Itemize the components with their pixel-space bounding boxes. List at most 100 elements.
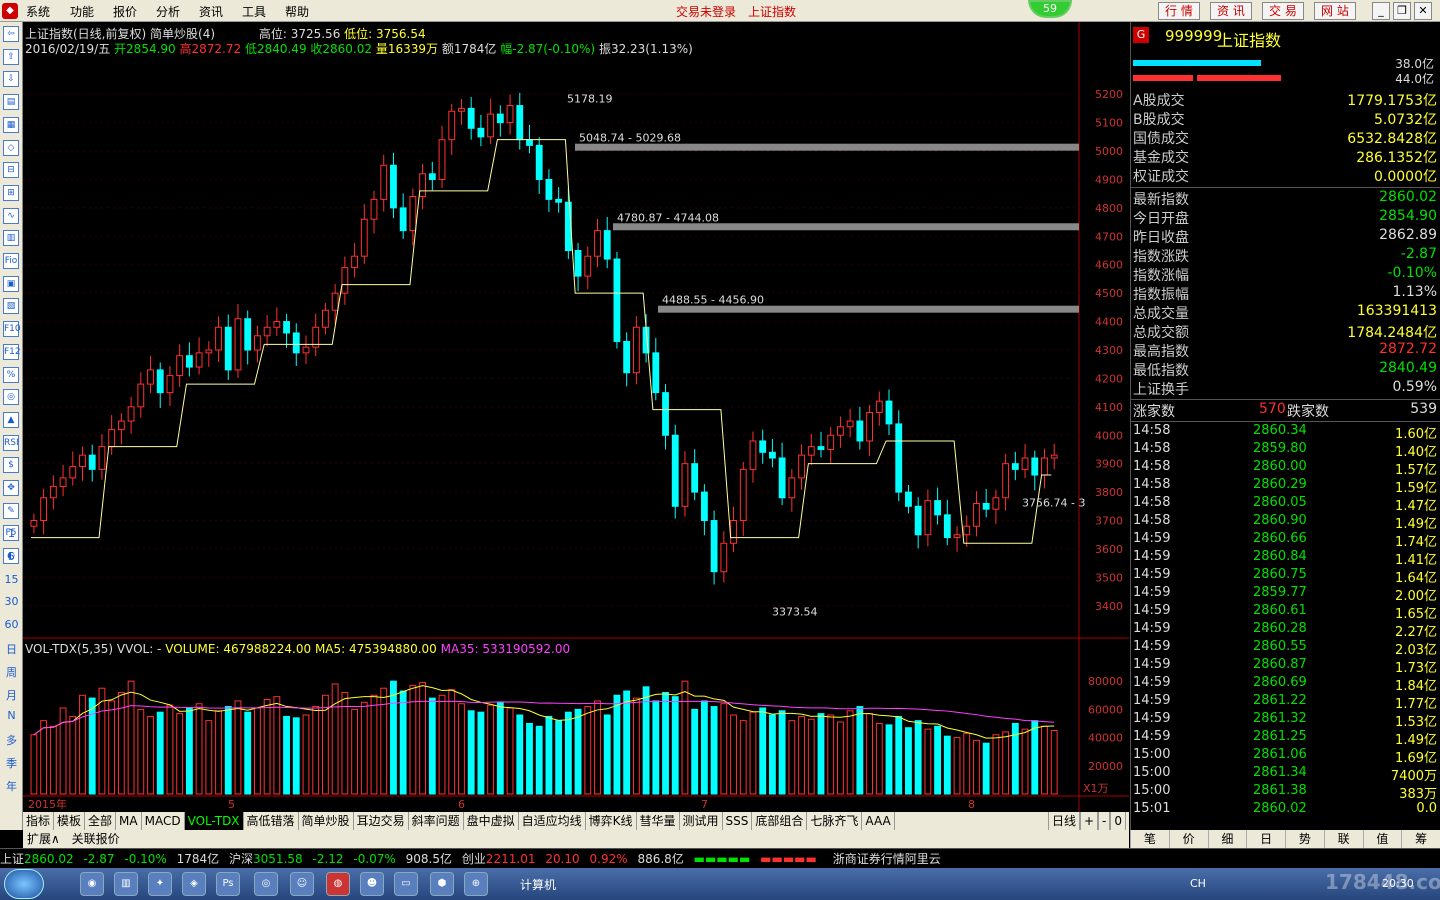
right-panel-tab[interactable]: 细 (1207, 830, 1247, 848)
toolbar-tool-icon[interactable]: % (3, 366, 19, 383)
indicator-tab[interactable]: 耳边交易 (354, 812, 409, 830)
period-button[interactable]: 日 (2, 641, 21, 657)
taskbar-app-icon[interactable]: ☻ (360, 872, 384, 896)
right-panel-tab[interactable]: 笔 (1130, 830, 1169, 848)
notification-badge[interactable]: 59 (1028, 0, 1072, 18)
menu-analysis[interactable]: 分析 (156, 3, 180, 20)
menu-help[interactable]: 帮助 (285, 3, 309, 20)
period-button[interactable]: 周 (2, 664, 21, 680)
restore-icon[interactable]: ❐ (1393, 2, 1411, 20)
indicator-tab[interactable]: 斜率问题 (409, 812, 464, 830)
toolbar-tool-icon[interactable]: ⊞ (3, 184, 19, 201)
indicator-tab[interactable]: 博弈K线 (586, 812, 637, 830)
menu-function[interactable]: 功能 (70, 3, 94, 20)
right-panel-tab[interactable]: 日 (1246, 830, 1285, 848)
period-button[interactable]: 15 (2, 573, 21, 586)
toolbar-tool-icon[interactable]: Fio (3, 253, 19, 269)
toolbar-tool-icon[interactable]: ▲ (3, 411, 19, 428)
toolbar-tool-icon[interactable]: ⇩ (3, 71, 19, 88)
news-button[interactable]: 资 讯 (1210, 2, 1252, 20)
start-button-icon[interactable] (4, 869, 44, 899)
trade-button[interactable]: 交 易 (1262, 2, 1304, 20)
right-panel-tab[interactable]: 联 (1323, 830, 1363, 848)
toolbar-tool-icon[interactable]: ▥ (3, 230, 19, 247)
taskbar-app-icon[interactable]: ◉ (80, 872, 104, 896)
indicator-tab[interactable]: AAA (862, 812, 895, 830)
toolbar-tool-icon[interactable]: ⇦ (3, 26, 19, 42)
indicator-tab[interactable]: VOL-TDX (184, 812, 244, 830)
toolbar-tool-icon[interactable]: F10 (3, 321, 21, 338)
indicator-tab[interactable]: 盘中虚拟 (464, 812, 519, 830)
taskbar-app-icon[interactable]: ◎ (254, 872, 278, 896)
toolbar-tool-icon[interactable]: $ (3, 457, 19, 474)
indicator-tab[interactable]: 全部 (85, 812, 117, 830)
indicator-tab[interactable]: 模板 (54, 812, 86, 830)
toolbar-tool-icon[interactable]: ▤ (3, 94, 19, 111)
indicator-tab[interactable]: 彗华量 (637, 812, 680, 830)
indicator-tab[interactable]: 测试用 (680, 812, 723, 830)
menu-quote[interactable]: 报价 (113, 3, 137, 20)
toolbar-tool-icon[interactable]: ▧ (3, 298, 19, 315)
taskbar-app-icon[interactable]: ▭ (394, 872, 418, 896)
toolbar-tool-icon[interactable]: ∿ (3, 207, 19, 224)
toolbar-tool-icon[interactable]: ◇ (3, 139, 19, 156)
taskbar-app-icon[interactable]: ✦ (148, 872, 172, 896)
tab-control-button[interactable]: 日线 (1047, 812, 1080, 830)
taskbar-app-icon[interactable]: ☺ (290, 872, 314, 896)
indicator-tab[interactable]: 七脉齐飞 (807, 812, 863, 830)
expand-tab[interactable]: 扩展∧ (23, 830, 64, 848)
indicator-tab[interactable]: MA (116, 812, 142, 830)
related-quote-tab[interactable]: 关联报价 (68, 830, 124, 848)
toolbar-tool-icon[interactable]: ✥ (3, 480, 19, 496)
taskbar-app-icon[interactable]: ⬢ (430, 872, 454, 896)
period-button[interactable]: 多 (2, 732, 21, 748)
toolbar-tool-icon[interactable]: F12 (3, 343, 21, 360)
minimize-icon[interactable]: _ (1372, 2, 1390, 20)
right-panel-tab[interactable]: 势 (1285, 830, 1324, 848)
menu-system[interactable]: 系统 (26, 3, 50, 20)
menu-news[interactable]: 资讯 (199, 3, 223, 20)
taskbar-app-icon[interactable]: ▥ (114, 872, 138, 896)
close-icon[interactable]: ✕ (1414, 2, 1432, 20)
indicator-tab[interactable]: 底部组合 (752, 812, 808, 830)
kline-chart[interactable]: 5200 5100 5000 4900 4800 4700 4600 4500 4400 4300… (23, 22, 1129, 830)
tab-control-button[interactable]: 0 (1110, 812, 1126, 830)
indicator-tab[interactable]: 高低错落 (244, 812, 299, 830)
indicator-tab[interactable]: 指标 (23, 812, 55, 830)
indicator-tab[interactable]: 简单炒股 (299, 812, 354, 830)
toolbar-tool-icon[interactable]: ⊟ (3, 162, 19, 179)
right-panel-tab[interactable]: 值 (1362, 830, 1402, 848)
period-button[interactable]: 月 (2, 687, 21, 703)
period-button[interactable]: 季 (2, 755, 21, 771)
taskbar-app-icon[interactable]: ◈ (182, 872, 206, 896)
language-indicator[interactable]: CH (1190, 877, 1206, 890)
taskbar-app-icon[interactable]: Ps (216, 872, 240, 896)
clock[interactable]: 20:30 (1382, 877, 1414, 890)
tab-control-button[interactable]: + (1079, 812, 1099, 830)
toolbar-tool-icon[interactable]: ◎ (3, 389, 19, 406)
indicator-tab[interactable]: MACD (142, 812, 185, 830)
period-button[interactable]: 5 (2, 550, 21, 563)
right-panel-tab[interactable]: 价 (1168, 830, 1208, 848)
period-button[interactable]: 年 (2, 778, 21, 794)
period-button[interactable]: 30 (2, 595, 21, 608)
indicator-tab[interactable]: 自适应均线 (519, 812, 586, 830)
toolbar-tool-icon[interactable]: ✎ (3, 502, 19, 519)
taskbar-app-icon[interactable]: ◍ (326, 872, 350, 896)
period-button[interactable]: 1 (2, 527, 21, 540)
website-button[interactable]: 网 站 (1314, 2, 1356, 20)
right-panel-tab[interactable]: 筹 (1401, 830, 1440, 848)
tab-control-button[interactable]: - (1098, 812, 1111, 830)
quote-button[interactable]: 行 情 (1158, 2, 1200, 20)
toolbar-tool-icon[interactable]: ⇧ (3, 48, 19, 65)
period-button[interactable]: 60 (2, 618, 21, 631)
taskbar-app-icon[interactable]: ⊕ (464, 872, 488, 896)
menu-tools[interactable]: 工具 (242, 3, 266, 20)
toolbar-tool-icon[interactable]: ▣ (3, 275, 19, 292)
kline-svg[interactable]: 5200 5100 5000 4900 4800 4700 4600 4500 4400 4300… (23, 22, 1129, 812)
toolbar-tool-icon[interactable]: RSI (3, 434, 19, 451)
taskbar-label[interactable]: 计算机 (520, 876, 556, 893)
toolbar-tool-icon[interactable]: ▦ (3, 116, 19, 133)
indicator-tab[interactable]: SSS (723, 812, 753, 830)
period-button[interactable]: N (2, 709, 21, 722)
